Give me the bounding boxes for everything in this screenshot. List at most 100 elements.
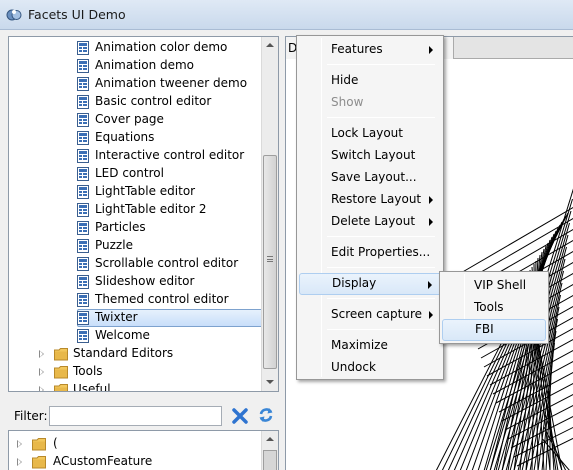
- demo-document-icon: [77, 41, 89, 55]
- tree-item-label: Scrollable control editor: [95, 256, 239, 270]
- tree-item-twixter[interactable]: Twixter: [9, 309, 269, 327]
- tree-item-slideshow-editor[interactable]: Slideshow editor: [9, 273, 264, 291]
- expand-arrow-icon[interactable]: [39, 386, 44, 391]
- menu-item-label: Save Layout...: [331, 170, 417, 184]
- menu-item-maximize[interactable]: Maximize: [299, 335, 443, 357]
- expand-arrow-icon[interactable]: [17, 458, 22, 466]
- tree-item-animation-demo[interactable]: Animation demo: [9, 57, 264, 75]
- menu-item-lock-layout[interactable]: Lock Layout: [299, 123, 443, 145]
- expand-arrow-icon[interactable]: [17, 440, 22, 448]
- menu-separator: [327, 64, 435, 65]
- tree-item-puzzle[interactable]: Puzzle: [9, 237, 264, 255]
- tree-item-basic-control-editor[interactable]: Basic control editor: [9, 93, 264, 111]
- scroll-down-arrow-icon[interactable]: [262, 374, 278, 391]
- menu-item-display[interactable]: Display: [299, 273, 443, 295]
- tree-item-label: Equations: [95, 130, 155, 144]
- menu-item-label: VIP Shell: [474, 278, 527, 292]
- demo-document-icon: [77, 77, 89, 91]
- clear-filter-icon[interactable]: [231, 407, 249, 425]
- tree-item-scrollable-control-editor[interactable]: Scrollable control editor: [9, 255, 264, 273]
- menu-item-label: Lock Layout: [331, 126, 403, 140]
- menu-item-label: Undock: [331, 360, 376, 374]
- menu-item-screen-capture[interactable]: Screen capture: [299, 304, 443, 326]
- tree-item-welcome[interactable]: Welcome: [9, 327, 264, 345]
- tree-item-label: Particles: [95, 220, 146, 234]
- tree-item-label: Animation tweener demo: [95, 76, 248, 90]
- demo-document-icon: [77, 167, 89, 181]
- display-submenu: VIP Shell Tools FBI: [439, 271, 549, 344]
- menu-item-edit-properties[interactable]: Edit Properties...: [299, 242, 443, 264]
- tree-item-label: Slideshow editor: [95, 274, 195, 288]
- menu-item-delete-layout[interactable]: Delete Layout: [299, 211, 443, 233]
- demo-document-icon: [77, 257, 89, 271]
- tree-item-themed-control-editor[interactable]: Themed control editor: [9, 291, 264, 309]
- tree-item-useful[interactable]: Useful: [9, 381, 264, 392]
- filter-input[interactable]: [49, 406, 222, 426]
- menu-item-show[interactable]: Show: [299, 92, 443, 114]
- tree-scrollbar[interactable]: [261, 37, 278, 391]
- submenu-item-vip-shell[interactable]: VIP Shell: [442, 275, 546, 297]
- menu-item-restore-layout[interactable]: Restore Layout: [299, 189, 443, 211]
- folder-icon: [32, 438, 46, 451]
- demo-document-icon: [77, 239, 89, 253]
- tree-item-animation-color-demo[interactable]: Animation color demo: [9, 39, 264, 57]
- feature-tree[interactable]: ( ACustomFeature: [8, 430, 279, 470]
- tree-item-particles[interactable]: Particles: [9, 219, 264, 237]
- tree-item-label: Themed control editor: [95, 292, 229, 306]
- demo-document-icon: [77, 131, 89, 145]
- scrollbar-thumb[interactable]: [263, 450, 277, 470]
- menu-item-label: Display: [332, 276, 377, 290]
- folder-icon: [54, 384, 68, 391]
- folder-icon: [54, 348, 68, 361]
- menu-item-label: Show: [331, 95, 364, 109]
- tree-item-standard-editors[interactable]: Standard Editors: [9, 345, 264, 363]
- demo-document-icon: [77, 329, 89, 343]
- tree-item-label: Standard Editors: [73, 346, 174, 360]
- menu-item-save-layout[interactable]: Save Layout...: [299, 167, 443, 189]
- menu-item-label: Maximize: [331, 338, 388, 352]
- scroll-up-arrow-icon[interactable]: [262, 431, 278, 448]
- tree-item-label: Animation demo: [95, 58, 195, 72]
- menu-item-hide[interactable]: Hide: [299, 70, 443, 92]
- scrollbar-thumb[interactable]: [263, 155, 277, 369]
- tree-item-interactive-control-editor[interactable]: Interactive control editor: [9, 147, 264, 165]
- menu-separator: [327, 236, 435, 237]
- tree-item-label: Useful: [73, 382, 111, 392]
- scroll-up-arrow-icon[interactable]: [262, 37, 278, 54]
- tree-item-lighttable-editor[interactable]: LightTable editor: [9, 183, 264, 201]
- title-bar: Facets UI Demo: [0, 0, 573, 30]
- refresh-icon[interactable]: [257, 406, 275, 424]
- tree-item-label: Welcome: [95, 328, 150, 342]
- menu-item-switch-layout[interactable]: Switch Layout: [299, 145, 443, 167]
- demo-document-icon: [77, 311, 89, 325]
- feature-item-paren[interactable]: (: [9, 435, 264, 453]
- tree-item-tools[interactable]: Tools: [9, 363, 264, 381]
- folder-icon: [54, 366, 68, 379]
- tree-item-label: Tools: [73, 364, 103, 378]
- menu-item-label: FBI: [475, 322, 494, 336]
- menu-item-features[interactable]: Features: [299, 39, 443, 61]
- tree-item-cover-page[interactable]: Cover page: [9, 111, 264, 129]
- tree-item-label: LED control: [95, 166, 164, 180]
- submenu-arrow-icon: [428, 281, 432, 289]
- menu-item-undock[interactable]: Undock: [299, 357, 443, 379]
- expand-arrow-icon[interactable]: [39, 368, 44, 376]
- feature-tree-scrollbar[interactable]: [261, 431, 278, 470]
- tree-item-equations[interactable]: Equations: [9, 129, 264, 147]
- expand-arrow-icon[interactable]: [39, 350, 44, 358]
- tree-item-animation-tweener-demo[interactable]: Animation tweener demo: [9, 75, 264, 93]
- demo-document-icon: [77, 149, 89, 163]
- tree-item-label: Animation color demo: [95, 40, 228, 54]
- tree-item-label: Twixter: [95, 310, 138, 324]
- submenu-item-fbi[interactable]: FBI: [442, 319, 546, 341]
- demo-tree[interactable]: Animation color demo Animation demo Animat…: [8, 36, 279, 392]
- menu-item-label: Delete Layout: [331, 214, 416, 228]
- tree-item-lighttable-editor-2[interactable]: LightTable editor 2: [9, 201, 264, 219]
- demo-document-icon: [77, 221, 89, 235]
- tree-item-label: Interactive control editor: [95, 148, 245, 162]
- feature-item-acustomfeature[interactable]: ACustomFeature: [9, 453, 264, 470]
- submenu-item-tools[interactable]: Tools: [442, 297, 546, 319]
- tree-item-label: Puzzle: [95, 238, 133, 252]
- tree-item-led-control[interactable]: LED control: [9, 165, 264, 183]
- tree-item-label: (: [53, 436, 58, 450]
